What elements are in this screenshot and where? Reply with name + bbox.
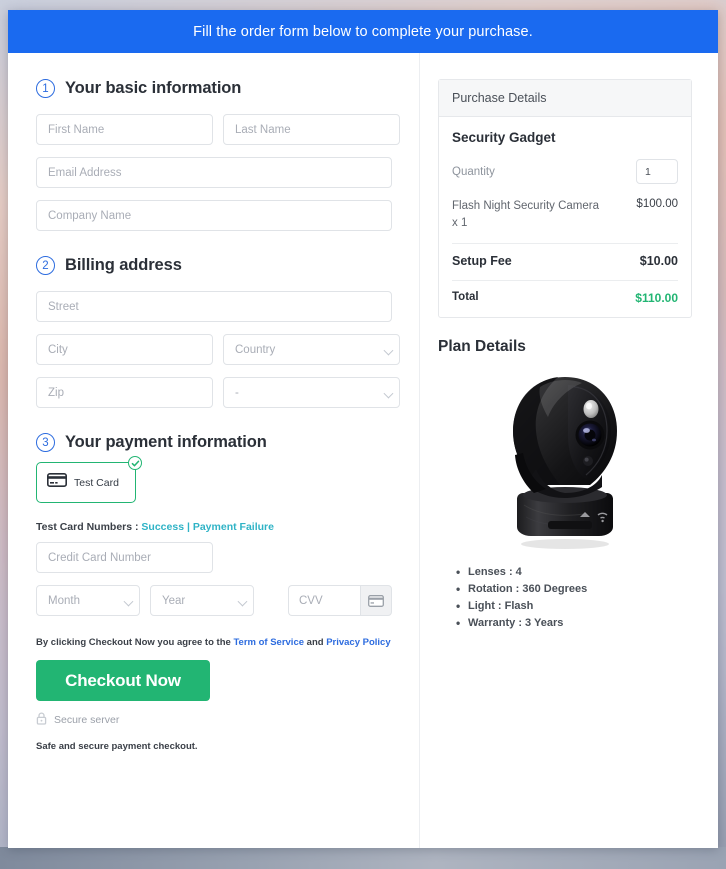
test-card-numbers-note: Test Card Numbers : Success | Payment Fa…	[36, 521, 392, 533]
purchase-details-card: Purchase Details Security Gadget Quantit…	[438, 79, 692, 319]
bottom-background-strip	[0, 847, 726, 869]
test-numbers-label: Test Card Numbers :	[36, 521, 139, 533]
payment-failure-test-card-link[interactable]: Payment Failure	[193, 521, 274, 533]
step-title-billing: Billing address	[65, 256, 182, 274]
credit-card-icon	[360, 585, 392, 616]
month-select-value: Month	[48, 594, 80, 607]
country-select[interactable]: Country	[223, 334, 400, 365]
step-number-1: 1	[36, 79, 55, 98]
purchase-details-header: Purchase Details	[439, 80, 691, 117]
setup-fee-amount: $10.00	[639, 254, 678, 269]
checkout-page: Fill the order form below to complete yo…	[8, 10, 718, 848]
quantity-input[interactable]: 1	[636, 159, 678, 184]
chevron-down-icon	[123, 596, 134, 606]
step-billing-address-heading: 2 Billing address	[36, 256, 392, 275]
test-card-label: Test Card	[74, 476, 119, 489]
terms-notice: By clicking Checkout Now you agree to th…	[36, 637, 392, 648]
expiry-cvv-row: Month Year CVV	[36, 585, 392, 616]
secure-server-note: Secure server	[36, 712, 392, 728]
step-title-payment: Your payment information	[65, 433, 267, 451]
security-camera-product-image	[438, 362, 692, 552]
line-item-row: Flash Night Security Camera x 1 $100.00	[452, 198, 678, 231]
email-input[interactable]: Email Address	[36, 157, 392, 188]
company-row: Company Name	[36, 200, 392, 231]
cvv-input-group: CVV	[288, 585, 392, 616]
quantity-label: Quantity	[452, 165, 495, 178]
state-select[interactable]: -	[223, 377, 400, 408]
company-name-input[interactable]: Company Name	[36, 200, 392, 231]
credit-card-icon	[47, 473, 67, 492]
quantity-row: Quantity 1	[452, 159, 678, 184]
zip-input[interactable]: Zip	[36, 377, 213, 408]
cvv-input[interactable]: CVV	[288, 585, 360, 616]
step-number-2: 2	[36, 256, 55, 275]
success-test-card-link[interactable]: Success	[141, 521, 184, 533]
chevron-down-icon	[383, 345, 394, 355]
name-row: First Name Last Name	[36, 114, 400, 145]
list-item: Rotation : 360 Degrees	[456, 580, 692, 599]
setup-fee-row: Setup Fee $10.00	[452, 254, 678, 268]
list-item: Light : Flash	[456, 597, 692, 616]
purchase-details-body: Security Gadget Quantity 1 Flash Night S…	[439, 117, 691, 317]
state-select-value: -	[235, 386, 239, 399]
term-of-service-link[interactable]: Term of Service	[233, 637, 304, 648]
country-select-value: Country	[235, 343, 276, 356]
list-item: Lenses : 4	[456, 563, 692, 582]
plan-details-title: Plan Details	[438, 338, 526, 356]
step-basic-information-heading: 1 Your basic information	[36, 79, 392, 98]
expiry-month-select[interactable]: Month	[36, 585, 140, 616]
line-item-description: Flash Night Security Camera x 1	[452, 200, 599, 229]
link-separator: |	[186, 521, 190, 533]
total-row: Total $110.00	[452, 291, 678, 305]
setup-fee-label: Setup Fee	[452, 254, 512, 269]
expiry-year-select[interactable]: Year	[150, 585, 254, 616]
email-row: Email Address	[36, 157, 392, 188]
step-payment-information-heading: 3 Your payment information	[36, 433, 392, 452]
credit-card-row: Credit Card Number	[36, 542, 392, 573]
order-form-column: 1 Your basic information First Name Last…	[8, 53, 420, 848]
plan-feature-list: Lenses : 4 Rotation : 360 Degrees Light …	[456, 563, 692, 633]
check-circle-icon	[128, 456, 142, 470]
city-input[interactable]: City	[36, 334, 213, 365]
chevron-down-icon	[383, 388, 394, 398]
city-country-row: City Country	[36, 334, 400, 365]
step-number-3: 3	[36, 433, 55, 452]
last-name-input[interactable]: Last Name	[223, 114, 400, 145]
divider	[452, 280, 678, 282]
street-input[interactable]: Street	[36, 291, 392, 322]
terms-and: and	[306, 637, 324, 648]
test-card-payment-option[interactable]: Test Card	[36, 456, 142, 503]
chevron-down-icon	[237, 596, 248, 606]
product-name: Security Gadget	[452, 130, 556, 145]
credit-card-number-input[interactable]: Credit Card Number	[36, 542, 213, 573]
terms-prefix: By clicking Checkout Now you agree to th…	[36, 637, 231, 648]
zip-state-row: Zip -	[36, 377, 400, 408]
first-name-input[interactable]: First Name	[36, 114, 213, 145]
safe-checkout-note: Safe and secure payment checkout.	[36, 741, 198, 752]
step-title-basic: Your basic information	[65, 79, 242, 97]
page-columns: 1 Your basic information First Name Last…	[8, 53, 718, 848]
total-label: Total	[452, 291, 479, 304]
lock-icon	[36, 712, 47, 728]
secure-server-text: Secure server	[54, 714, 120, 726]
checkout-now-button[interactable]: Checkout Now	[36, 660, 210, 701]
year-select-value: Year	[162, 594, 186, 607]
privacy-policy-link[interactable]: Privacy Policy	[326, 637, 390, 648]
street-row: Street	[36, 291, 392, 322]
divider	[452, 243, 678, 245]
banner-text: Fill the order form below to complete yo…	[193, 23, 533, 40]
list-item: Warranty : 3 Years	[456, 614, 692, 633]
summary-column: Purchase Details Security Gadget Quantit…	[420, 53, 718, 848]
banner: Fill the order form below to complete yo…	[8, 10, 718, 53]
line-item-amount: $100.00	[636, 198, 678, 210]
total-amount: $110.00	[635, 291, 678, 306]
